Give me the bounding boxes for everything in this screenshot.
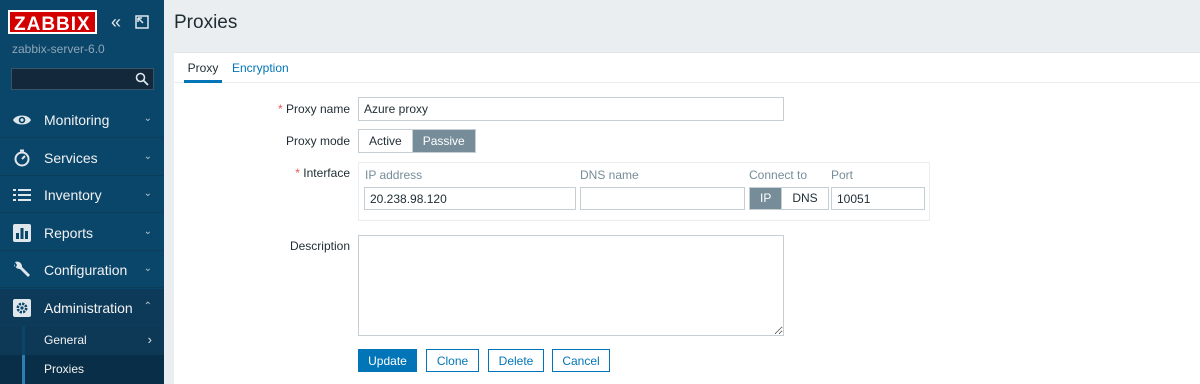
required-mark: * <box>277 102 283 116</box>
connect-to-toggle: IP DNS <box>749 187 829 210</box>
required-mark: * <box>295 166 300 180</box>
gear-icon <box>12 299 32 317</box>
collapse-sidebar-icon[interactable]: « <box>111 12 127 32</box>
proxy-name-input[interactable] <box>358 97 784 121</box>
connect-to-dns-option[interactable]: DNS <box>781 188 828 209</box>
menu-label-inventory: Inventory <box>44 187 102 203</box>
ip-address-header: IP address <box>365 168 423 182</box>
menu-item-administration[interactable]: Administration ⌃ <box>0 289 164 326</box>
server-name: zabbix-server-6.0 <box>12 42 105 56</box>
menu-item-services[interactable]: Services ⌄ <box>0 139 164 176</box>
dns-name-input[interactable] <box>580 187 745 210</box>
port-header: Port <box>831 168 854 182</box>
connect-to-header: Connect to <box>749 168 808 182</box>
menu-item-reports[interactable]: Reports ⌄ <box>0 214 164 251</box>
page-title: Proxies <box>174 12 238 33</box>
kiosk-mode-icon[interactable] <box>135 15 149 29</box>
chevron-right-icon: › <box>147 332 152 347</box>
proxy-name-label: * Proxy name <box>254 102 350 116</box>
delete-button[interactable]: Delete <box>488 349 544 372</box>
sidebar: ZABBIX « zabbix-server-6.0 Monitoring ⌄ … <box>0 0 164 384</box>
clone-button[interactable]: Clone <box>426 349 479 372</box>
interface-table: IP address DNS name Connect to Port IP D… <box>358 162 930 221</box>
menu-label-configuration: Configuration <box>44 262 128 278</box>
tab-encryption[interactable]: Encryption <box>232 61 289 83</box>
chevron-down-icon: ⌄ <box>143 226 152 237</box>
menu-label-administration: Administration <box>44 300 133 316</box>
chevron-down-icon: ⌄ <box>143 151 152 162</box>
bar-chart-icon <box>12 224 32 242</box>
description-textarea[interactable] <box>358 235 784 336</box>
chevron-down-icon: ⌄ <box>143 188 152 199</box>
menu-item-monitoring[interactable]: Monitoring ⌄ <box>0 101 164 138</box>
proxy-mode-active-option[interactable]: Active <box>359 130 412 152</box>
menu-label-services: Services <box>44 150 98 166</box>
submenu-item-general[interactable]: General › <box>0 326 164 355</box>
menu-label-monitoring: Monitoring <box>44 112 110 128</box>
dns-name-header: DNS name <box>580 168 639 182</box>
chevron-down-icon: ⌄ <box>143 263 152 274</box>
wrench-icon <box>12 261 32 279</box>
cancel-button[interactable]: Cancel <box>552 349 610 372</box>
proxy-name-label-text: Proxy name <box>285 102 350 116</box>
proxy-mode-toggle: Active Passive <box>358 129 476 153</box>
search-box <box>11 68 154 90</box>
search-icon[interactable] <box>135 72 149 86</box>
zabbix-logo[interactable]: ZABBIX <box>8 10 97 35</box>
menu-item-inventory[interactable]: Inventory ⌄ <box>0 176 164 213</box>
interface-label: * Interface <box>254 166 350 180</box>
stopwatch-icon <box>12 149 32 167</box>
search-input[interactable] <box>12 69 130 89</box>
update-button[interactable]: Update <box>358 349 417 372</box>
tab-proxy[interactable]: Proxy <box>184 61 222 83</box>
menu-item-configuration[interactable]: Configuration ⌄ <box>0 251 164 288</box>
submenu-label-proxies: Proxies <box>44 362 85 376</box>
tab-bar: Proxy Encryption <box>174 53 1200 83</box>
submenu-label-general: General <box>44 333 87 347</box>
chevron-down-icon: ⌄ <box>143 113 152 124</box>
description-label: Description <box>289 239 350 253</box>
content-panel: Proxy Encryption * Proxy name Proxy mode… <box>174 52 1200 384</box>
interface-label-text: Interface <box>303 166 350 180</box>
proxy-mode-label: Proxy mode <box>285 134 350 148</box>
proxy-mode-passive-option[interactable]: Passive <box>411 130 475 152</box>
port-input[interactable] <box>831 187 925 210</box>
chevron-up-icon: ⌃ <box>143 301 152 312</box>
eye-icon <box>12 111 32 129</box>
list-icon <box>12 186 32 204</box>
menu-label-reports: Reports <box>44 225 94 241</box>
submenu-item-proxies[interactable]: Proxies <box>0 355 164 384</box>
connect-to-ip-option[interactable]: IP <box>750 188 782 209</box>
ip-address-input[interactable] <box>364 187 576 210</box>
